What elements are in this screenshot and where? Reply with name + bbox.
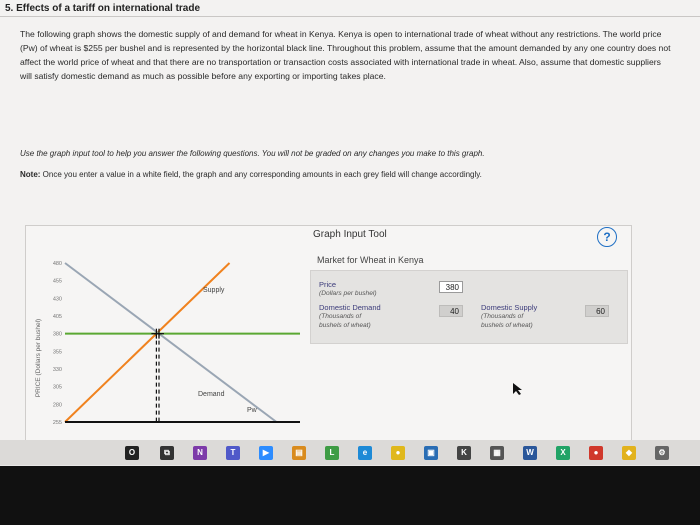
word-icon[interactable]: W: [523, 446, 537, 460]
price-label: Price: [319, 280, 337, 289]
domestic-supply-value: 60: [585, 305, 609, 317]
supply-demand-chart[interactable]: 480 455 430 405 380 355 330 305 280 255 PRICE (Do…: [0, 0, 700, 440]
zoom-icon[interactable]: ▶: [259, 446, 273, 460]
graph-input-tool-title: Graph Input Tool: [313, 229, 387, 240]
domestic-demand-sub2: bushels of wheat): [319, 322, 371, 329]
question-page: 5. Effects of a tariff on international …: [0, 0, 700, 442]
start-circle-icon[interactable]: O: [125, 446, 139, 460]
excel-icon[interactable]: X: [556, 446, 570, 460]
y-tick-label: 305: [53, 385, 62, 391]
app-k-icon[interactable]: K: [457, 446, 471, 460]
app-icon[interactable]: ▤: [292, 446, 306, 460]
domestic-demand-sub1: (Thousands of: [319, 313, 362, 320]
help-icon[interactable]: ?: [597, 227, 617, 247]
domestic-supply-sub1: (Thousands of: [481, 313, 524, 320]
domestic-supply-label: Domestic Supply: [481, 303, 538, 312]
app-red-icon[interactable]: ●: [589, 446, 603, 460]
y-tick-label: 430: [53, 296, 62, 302]
app-green-icon[interactable]: L: [325, 446, 339, 460]
domestic-supply-block: Domestic Supply (Thousands of bushels of…: [481, 304, 537, 330]
graph-input-panel: Price (Dollars per bushel) 380 Domestic …: [310, 270, 628, 344]
store-icon[interactable]: ▣: [424, 446, 438, 460]
mouse-cursor-icon: [513, 383, 522, 395]
domestic-demand-label: Domestic Demand: [319, 303, 381, 312]
edge-icon[interactable]: e: [358, 446, 372, 460]
market-title: Market for Wheat in Kenya: [317, 255, 424, 265]
onenote-icon[interactable]: N: [193, 446, 207, 460]
teams-icon[interactable]: T: [226, 446, 240, 460]
calculator-icon[interactable]: ▦: [490, 446, 504, 460]
y-tick-label: 480: [53, 261, 62, 267]
domestic-demand-value: 40: [439, 305, 463, 317]
y-tick-label: 255: [53, 420, 62, 426]
app-yellow-icon[interactable]: ◆: [622, 446, 636, 460]
price-sublabel: (Dollars per bushel): [319, 290, 377, 297]
supply-label: Supply: [203, 287, 225, 294]
y-tick-label: 455: [53, 279, 62, 285]
y-tick-label: 380: [53, 332, 62, 338]
y-tick-label: 355: [53, 349, 62, 355]
y-tick-label: 280: [53, 402, 62, 408]
demand-label: Demand: [198, 391, 225, 398]
pw-label: Pw: [247, 407, 258, 414]
monitor-bezel: [0, 466, 700, 525]
domestic-demand-block: Domestic Demand (Thousands of bushels of…: [319, 304, 381, 330]
chrome-icon[interactable]: ●: [391, 446, 405, 460]
price-label-block: Price (Dollars per bushel): [319, 281, 377, 298]
y-tick-label: 405: [53, 314, 62, 320]
domestic-supply-sub2: bushels of wheat): [481, 322, 533, 329]
price-input[interactable]: 380: [439, 281, 463, 293]
y-tick-label: 330: [53, 367, 62, 373]
demand-curve: [64, 262, 278, 423]
settings-icon[interactable]: ⚙: [655, 446, 669, 460]
task-view-icon[interactable]: ⧉: [160, 446, 174, 460]
y-axis-label: PRICE (Dollars per bushel): [35, 319, 42, 397]
